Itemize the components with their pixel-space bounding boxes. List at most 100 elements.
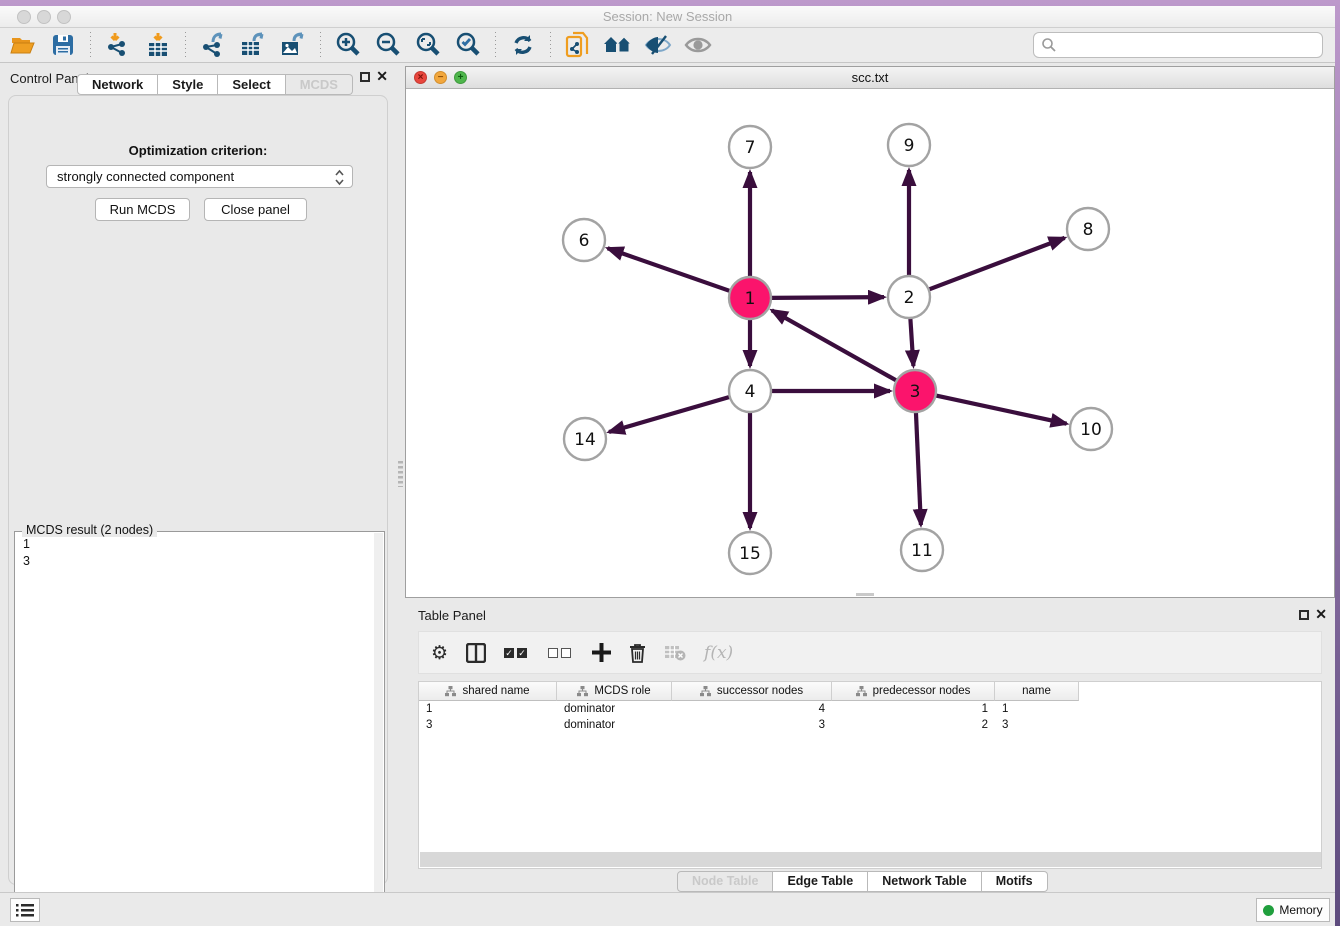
cell-MCDS-role[interactable]: dominator	[557, 701, 672, 717]
control-panel-tabs: NetworkStyleSelectMCDS	[77, 74, 353, 95]
network-graph-canvas[interactable]: 7968124314101511	[406, 89, 1334, 597]
save-session-icon[interactable]	[48, 31, 78, 59]
add-column-icon[interactable]	[592, 643, 611, 662]
canvas-scrollbar-hint[interactable]	[856, 593, 874, 596]
search-field	[1033, 32, 1323, 58]
tab-edge-table[interactable]: Edge Table	[773, 871, 868, 892]
node-label-14: 14	[574, 430, 596, 450]
toolbar-separator	[185, 32, 186, 58]
edge-4-14[interactable]	[609, 397, 730, 432]
control-panel: Control Panel ✕ NetworkStyleSelectMCDS O…	[0, 63, 396, 892]
optimization-criterion-value: strongly connected component	[57, 169, 234, 184]
tab-network[interactable]: Network	[77, 74, 158, 95]
gear-icon[interactable]: ⚙	[431, 642, 448, 664]
node-label-1: 1	[745, 289, 756, 309]
tab-motifs[interactable]: Motifs	[982, 871, 1048, 892]
zoom-fit-icon[interactable]	[413, 31, 443, 59]
task-history-button[interactable]	[10, 898, 40, 922]
optimization-criterion-label: Optimization criterion:	[9, 143, 387, 158]
table-tabs: Node TableEdge TableNetwork TableMotifs	[677, 871, 1048, 892]
open-folder-icon[interactable]	[8, 31, 38, 59]
cell-predecessor-nodes[interactable]: 2	[832, 717, 995, 733]
cell-predecessor-nodes[interactable]: 1	[832, 701, 995, 717]
network-graph: 7968124314101511	[406, 89, 1334, 597]
split-columns-icon[interactable]	[466, 643, 486, 663]
zoom-selected-icon[interactable]	[453, 31, 483, 59]
zoom-in-icon[interactable]	[333, 31, 363, 59]
network-window-titlebar[interactable]: × − + scc.txt	[406, 67, 1334, 89]
memory-button[interactable]: Memory	[1256, 898, 1330, 922]
select-stepper-icon	[335, 169, 344, 186]
memory-status-dot	[1263, 905, 1274, 916]
edge-2-3[interactable]	[910, 318, 913, 366]
delete-column-trash-icon[interactable]	[629, 643, 646, 663]
import-table-icon[interactable]	[143, 31, 173, 59]
cell-name[interactable]: 3	[995, 717, 1079, 733]
run-mcds-button[interactable]: Run MCDS	[95, 198, 190, 221]
node-table: shared nameMCDS rolesuccessor nodesprede…	[418, 681, 1322, 869]
column-header-successor-nodes[interactable]: successor nodes	[672, 682, 832, 701]
zoom-out-icon[interactable]	[373, 31, 403, 59]
edge-1-2[interactable]	[771, 297, 884, 298]
cell-name[interactable]: 1	[995, 701, 1079, 717]
close-panel-icon[interactable]: ✕	[376, 68, 388, 85]
table-header-row: shared nameMCDS rolesuccessor nodesprede…	[419, 682, 1079, 701]
column-header-predecessor-nodes[interactable]: predecessor nodes	[832, 682, 995, 701]
export-table-icon[interactable]	[238, 31, 268, 59]
tab-style[interactable]: Style	[158, 74, 218, 95]
search-input[interactable]	[1033, 32, 1323, 58]
hide-panel-eye-icon[interactable]	[643, 31, 673, 59]
node-label-8: 8	[1083, 220, 1094, 240]
node-label-6: 6	[579, 231, 590, 251]
tab-node-table[interactable]: Node Table	[677, 871, 773, 892]
float-panel-icon[interactable]	[360, 72, 370, 82]
edge-2-8[interactable]	[929, 238, 1065, 290]
close-panel-button[interactable]: Close panel	[204, 198, 307, 221]
refresh-icon[interactable]	[508, 31, 538, 59]
column-header-MCDS-role[interactable]: MCDS role	[557, 682, 672, 701]
deselect-checkboxes-icon[interactable]	[548, 648, 574, 658]
select-all-checkboxes-icon[interactable]: ✓✓	[504, 648, 530, 658]
network-window-title: scc.txt	[406, 70, 1334, 85]
tab-select[interactable]: Select	[218, 74, 285, 95]
node-label-9: 9	[904, 136, 915, 156]
edge-1-6[interactable]	[608, 248, 731, 291]
table-row[interactable]: 3dominator323	[419, 717, 1079, 733]
function-builder-icon[interactable]: f(x)	[704, 643, 733, 663]
edge-3-11[interactable]	[916, 412, 921, 525]
toolbar-separator	[550, 32, 551, 58]
optimization-criterion-select[interactable]: strongly connected component	[46, 165, 353, 188]
edge-3-1[interactable]	[772, 310, 897, 380]
import-network-icon[interactable]	[103, 31, 133, 59]
show-panel-eye-icon[interactable]	[683, 31, 713, 59]
panel-splitter[interactable]	[398, 461, 403, 487]
application-window: Session: New Session	[0, 6, 1335, 926]
cell-shared-name[interactable]: 1	[419, 701, 557, 717]
toolbar-separator	[320, 32, 321, 58]
edge-3-10[interactable]	[936, 395, 1067, 423]
tab-network-table[interactable]: Network Table	[868, 871, 982, 892]
mcds-result-textarea[interactable]: 1 3	[14, 531, 385, 901]
cell-shared-name[interactable]: 3	[419, 717, 557, 733]
delete-table-icon[interactable]	[664, 645, 686, 661]
cell-MCDS-role[interactable]: dominator	[557, 717, 672, 733]
table-rows: 1dominator4113dominator323	[419, 701, 1079, 733]
column-header-name[interactable]: name	[995, 682, 1079, 701]
close-table-panel-icon[interactable]: ✕	[1315, 606, 1327, 623]
node-label-11: 11	[911, 541, 933, 561]
export-network-icon[interactable]	[198, 31, 228, 59]
node-label-7: 7	[745, 138, 756, 158]
cell-successor-nodes[interactable]: 4	[672, 701, 832, 717]
float-table-panel-icon[interactable]	[1299, 610, 1309, 620]
toolbar-separator	[90, 32, 91, 58]
cell-successor-nodes[interactable]: 3	[672, 717, 832, 733]
home-layout-icon[interactable]	[603, 31, 633, 59]
node-label-4: 4	[745, 382, 756, 402]
export-image-icon[interactable]	[278, 31, 308, 59]
table-scrollbar[interactable]	[420, 852, 1321, 867]
clone-network-icon[interactable]	[563, 31, 593, 59]
tab-mcds[interactable]: MCDS	[286, 74, 353, 95]
column-header-shared-name[interactable]: shared name	[419, 682, 557, 701]
table-row[interactable]: 1dominator411	[419, 701, 1079, 717]
result-scrollbar[interactable]	[374, 533, 383, 901]
